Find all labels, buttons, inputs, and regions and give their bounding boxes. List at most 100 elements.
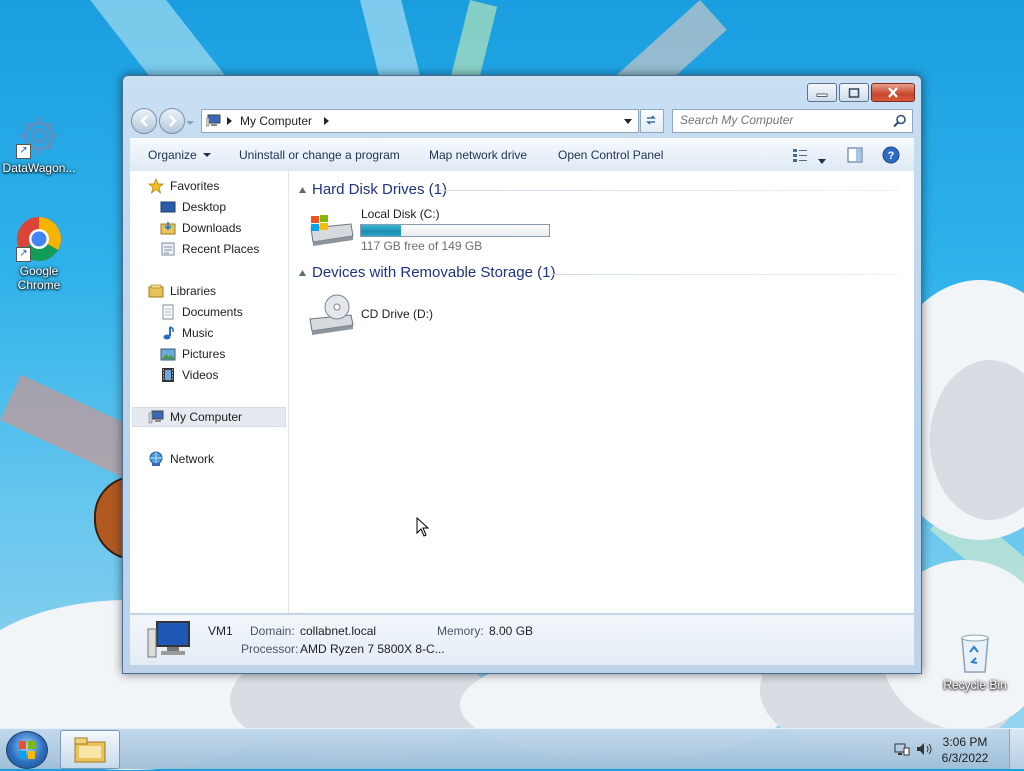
help-button[interactable]: ? — [882, 146, 900, 167]
nav-network[interactable]: Network — [148, 449, 214, 469]
command-bar: Organize Uninstall or change a program M… — [130, 138, 914, 172]
documents-icon — [162, 304, 174, 320]
svg-text:?: ? — [888, 150, 895, 162]
volume-icon[interactable] — [916, 742, 932, 759]
desktop-icon-google-chrome[interactable]: ↗ Google Chrome — [0, 216, 78, 292]
nav-videos[interactable]: Videos — [160, 365, 218, 385]
minimize-icon — [816, 93, 828, 97]
file-pane: Hard Disk Drives (1) Local Disk (C:) 117… — [289, 171, 914, 613]
caption-buttons — [807, 83, 915, 102]
close-icon — [888, 87, 898, 98]
view-options-dropdown[interactable] — [818, 153, 826, 167]
nav-my-computer[interactable]: My Computer — [148, 407, 242, 427]
search-icon[interactable] — [893, 114, 907, 128]
refresh-button[interactable] — [640, 109, 664, 133]
nav-documents[interactable]: Documents — [160, 302, 243, 322]
nav-music[interactable]: Music — [160, 323, 213, 343]
memory-value: 8.00 GB — [489, 624, 534, 638]
navigation-bar: My Computer — [131, 106, 913, 134]
breadcrumb-arrow-icon[interactable] — [324, 117, 330, 125]
desktop-icon-datawagon[interactable]: ↗ DataWagon... — [0, 113, 78, 175]
drive-item-cd-drive-d[interactable]: CD Drive (D:) — [307, 291, 487, 337]
preview-pane-button[interactable] — [847, 147, 863, 166]
drive-name: CD Drive (D:) — [361, 307, 433, 321]
forward-arrow-icon — [169, 115, 177, 127]
music-note-icon — [163, 326, 174, 340]
system-clock[interactable]: 3:06 PM 6/3/2022 — [935, 734, 995, 766]
clock-date: 6/3/2022 — [941, 751, 989, 765]
nav-downloads[interactable]: Downloads — [160, 218, 241, 238]
domain-label: Domain: — [250, 624, 295, 638]
downloads-folder-icon — [160, 222, 176, 235]
details-pane: VM1 Domain: collabnet.local Memory: 8.00… — [130, 614, 914, 665]
processor-label: Processor: — [241, 642, 299, 656]
chevron-down-icon — [203, 153, 212, 158]
close-button[interactable] — [871, 83, 915, 102]
organize-label: Organize — [148, 148, 197, 162]
maximize-button[interactable] — [839, 83, 869, 102]
change-view-button[interactable] — [792, 147, 808, 166]
group-header-removable-storage[interactable]: Devices with Removable Storage (1) — [299, 264, 555, 281]
organize-menu[interactable]: Organize — [148, 148, 212, 162]
videos-filmstrip-icon — [162, 368, 174, 382]
breadcrumb-my-computer[interactable]: My Computer — [240, 114, 312, 128]
back-arrow-icon — [140, 115, 148, 127]
collapse-triangle-icon — [299, 186, 306, 193]
desktop-icon-recycle-bin[interactable]: Recycle Bin — [936, 630, 1014, 692]
domain-value: collabnet.local — [300, 624, 377, 638]
nav-label: My Computer — [170, 410, 243, 424]
chrome-icon: ↗ — [16, 216, 62, 262]
address-history-dropdown-icon[interactable] — [624, 119, 632, 124]
drive-free-space: 117 GB free of 149 GB — [361, 239, 483, 253]
memory-label: Memory: — [437, 624, 484, 638]
drive-capacity-bar — [360, 224, 550, 237]
star-icon — [148, 178, 164, 194]
recycle-bin-icon — [952, 630, 998, 676]
computer-icon — [206, 114, 221, 127]
desktop-icon-label: Google Chrome — [17, 264, 61, 292]
start-button[interactable] — [6, 731, 48, 769]
map-network-drive-button[interactable]: Map network drive — [429, 148, 527, 162]
address-bar[interactable]: My Computer — [201, 109, 639, 133]
back-button[interactable] — [131, 108, 157, 134]
desktop-icon-label: DataWagon... — [2, 161, 76, 175]
search-box[interactable] — [672, 109, 913, 133]
search-input[interactable] — [673, 110, 880, 130]
windows-logo-icon — [19, 741, 35, 759]
action-center-icon[interactable] — [894, 742, 910, 759]
breadcrumb-arrow-icon[interactable] — [227, 117, 233, 125]
mouse-cursor-icon — [416, 517, 430, 537]
explorer-window[interactable]: My Computer Organize Uninstall or change… — [122, 75, 922, 674]
recent-pages-dropdown[interactable] — [186, 116, 194, 130]
nav-favorites[interactable]: Favorites — [148, 176, 219, 196]
group-divider — [439, 190, 899, 191]
group-title: Hard Disk Drives (1) — [312, 181, 448, 198]
nav-recent-places[interactable]: Recent Places — [160, 239, 259, 259]
nav-desktop[interactable]: Desktop — [160, 197, 226, 217]
nav-label: Recent Places — [182, 242, 260, 256]
taskbar-explorer-button[interactable] — [60, 730, 120, 769]
preview-pane-icon — [847, 147, 863, 163]
clock-time: 3:06 PM — [942, 735, 988, 749]
hard-drive-windows-icon — [310, 215, 354, 246]
uninstall-program-button[interactable]: Uninstall or change a program — [239, 148, 400, 162]
nav-label: Downloads — [182, 221, 242, 235]
minimize-button[interactable] — [807, 83, 837, 102]
group-header-hard-disk-drives[interactable]: Hard Disk Drives (1) — [299, 181, 447, 198]
open-control-panel-button[interactable]: Open Control Panel — [558, 148, 663, 162]
nav-label: Pictures — [182, 347, 226, 361]
chevron-down-icon — [186, 121, 194, 125]
nav-libraries[interactable]: Libraries — [148, 281, 216, 301]
drive-item-local-disk-c[interactable]: Local Disk (C:) 117 GB free of 149 GB — [307, 207, 567, 253]
computer-monitor-icon — [147, 621, 190, 658]
computer-name: VM1 — [208, 624, 233, 638]
forward-button[interactable] — [159, 108, 185, 134]
collapse-triangle-icon — [299, 269, 306, 276]
nav-label: Documents — [182, 305, 243, 319]
nav-pictures[interactable]: Pictures — [160, 344, 225, 364]
refresh-icon — [646, 115, 656, 125]
nav-label: Music — [182, 326, 214, 340]
network-icon — [149, 451, 163, 466]
nav-label: Videos — [182, 368, 219, 382]
show-desktop-button[interactable] — [1009, 729, 1024, 769]
